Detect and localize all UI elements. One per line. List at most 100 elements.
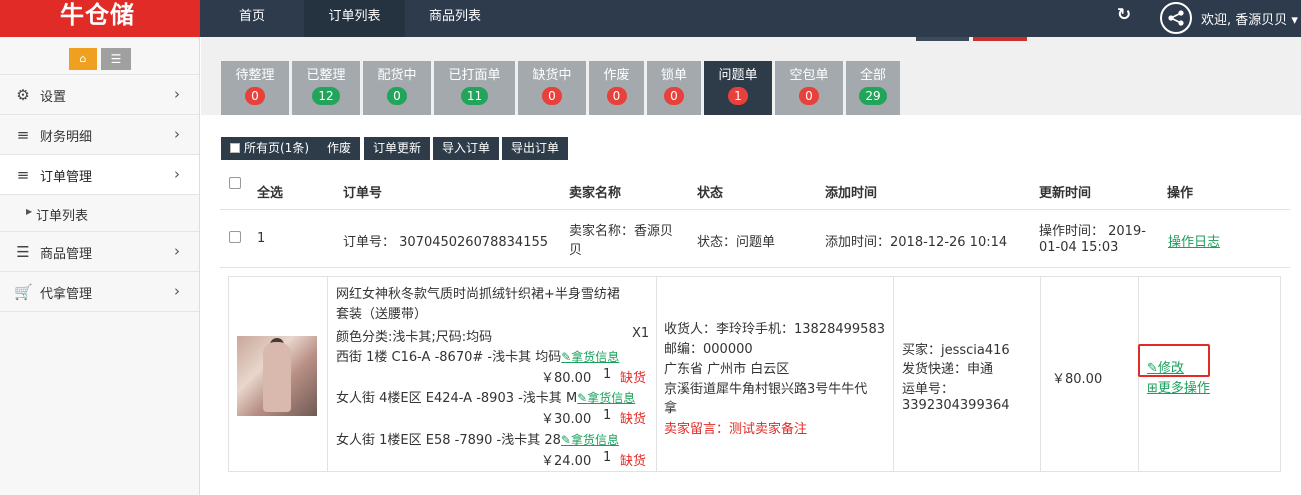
sidebar-item-proxy[interactable]: 🛒 代拿管理 ›: [0, 272, 199, 312]
chevron-right-icon: ›: [174, 242, 180, 260]
header-select-all: 全选: [257, 186, 284, 201]
source-location: 女人街 1楼E区 E58 -7890 -浅卡其 28✎拿货信息: [336, 429, 619, 448]
tab-label: 缺货中: [532, 68, 572, 83]
sidebar-item-orders[interactable]: ≡ 订单管理 ›: [0, 155, 199, 195]
tab-label: 空包单: [789, 68, 829, 83]
nav-order-list[interactable]: 订单列表: [304, 0, 405, 37]
export-orders-button[interactable]: 导出订单: [502, 137, 569, 160]
count-badge: 12: [312, 87, 340, 105]
product-title-line1: 网红女神秋冬款气质时尚抓绒针织裙+半身雪纺裙: [336, 287, 620, 302]
waybill-number: 3392304399364: [902, 398, 1010, 413]
tab-shortage[interactable]: 缺货中 0: [518, 61, 586, 115]
sidebar-item-settings[interactable]: ⚙ 设置 ›: [0, 75, 199, 115]
cart-icon: 🛒: [14, 283, 33, 301]
tab-label: 作废: [603, 68, 630, 83]
sidebar-item-goods[interactable]: ☰ 商品管理 ›: [0, 232, 199, 272]
tab-label: 配货中: [377, 68, 417, 83]
source-price: ￥24.00: [541, 454, 592, 469]
all-pages-button[interactable]: 所有页(1条): [221, 137, 318, 160]
updated-time-line2: 01-04 15:03: [1039, 240, 1119, 255]
nav-home[interactable]: 首页: [200, 0, 304, 37]
tab-all[interactable]: 全部 29: [846, 61, 900, 115]
count-badge: 29: [859, 87, 887, 105]
operation-log-link[interactable]: 操作日志: [1168, 231, 1220, 250]
refresh-icon[interactable]: ↻: [1115, 6, 1133, 24]
caret-right-icon: ▶: [26, 207, 33, 216]
buyer-name: 买家：jesscia416: [902, 343, 1010, 358]
home-icon[interactable]: ⌂: [69, 48, 97, 70]
pickup-info-link[interactable]: ✎拿货信息: [577, 391, 635, 405]
order-detail: 网红女神秋冬款气质时尚抓绒针织裙+半身雪纺裙 套装（送腰带） 颜色分类:浅卡其;…: [228, 276, 1281, 472]
user-share-icon[interactable]: [1160, 2, 1192, 34]
welcome-text[interactable]: 欢迎, 香源贝贝 ▾: [1201, 9, 1298, 28]
logo: 牛仓储: [0, 0, 200, 37]
count-badge: 11: [460, 87, 489, 105]
source-location: 女人街 4楼E区 E424-A -8903 -浅卡其 M✎拿货信息: [336, 387, 635, 406]
address-line1: 广东省 广州市 白云区: [664, 362, 790, 377]
tab-empty-package[interactable]: 空包单 0: [775, 61, 843, 115]
source-location: 西街 1楼 C16-A -8670# -浅卡其 均码✎拿货信息: [336, 346, 619, 365]
divider: [656, 277, 657, 471]
product-qty: X1: [632, 326, 650, 341]
all-pages-checkbox[interactable]: [230, 143, 240, 153]
sidebar-item-label: 商品管理: [40, 247, 93, 262]
divider: [327, 277, 328, 471]
address-line2: 京溪街道犀牛角村银兴路3号牛牛代: [664, 382, 868, 397]
chevron-right-icon: ›: [174, 85, 180, 103]
nav-goods-list[interactable]: 商品列表: [405, 0, 505, 37]
pickup-info-link[interactable]: ✎拿货信息: [561, 350, 619, 364]
shortage-status: 缺货: [620, 412, 647, 427]
product-thumbnail[interactable]: [237, 336, 317, 416]
postcode: 邮编：000000: [664, 342, 753, 357]
tab-void[interactable]: 作废 0: [589, 61, 644, 115]
count-badge: 0: [606, 87, 627, 105]
sidebar: ⌂ ☰ ⚙ 设置 › ≡ 财务明细 › ≡ 订单管理 › ▶ 订单列表 ☰ 商品…: [0, 37, 200, 495]
chevron-right-icon: ›: [174, 282, 180, 300]
seller-name-line1: 卖家名称：香源贝: [569, 224, 674, 239]
tab-label: 全部: [859, 68, 886, 83]
table-row: 1 订单号： 307045026078834155 卖家名称：香源贝 贝 状态：…: [220, 210, 1290, 268]
void-button[interactable]: 作废: [318, 137, 361, 160]
order-number: 订单号： 307045026078834155: [343, 235, 549, 250]
divider: [893, 277, 894, 471]
tab-sorted[interactable]: 已整理 12: [292, 61, 360, 115]
sidebar-toolbar: ⌂ ☰: [0, 37, 199, 75]
strip-accent-dark: [916, 37, 969, 41]
row-checkbox[interactable]: [229, 231, 241, 243]
shortage-status: 缺货: [620, 454, 647, 469]
sidebar-item-label: 订单管理: [40, 170, 93, 185]
update-orders-button[interactable]: 订单更新: [364, 137, 431, 160]
header-updated-time: 更新时间: [1039, 186, 1092, 201]
tab-problem[interactable]: 问题单 1: [704, 61, 772, 115]
import-orders-button[interactable]: 导入订单: [433, 137, 500, 160]
count-badge: 0: [542, 87, 562, 105]
divider: [1040, 277, 1041, 471]
tab-allocating[interactable]: 配货中 0: [363, 61, 431, 115]
tab-pending[interactable]: 待整理 0: [221, 61, 289, 115]
pickup-info-label: 拿货信息: [571, 350, 620, 364]
tab-label: 锁单: [660, 68, 687, 83]
plus-square-icon: ⊞: [1147, 381, 1158, 396]
seller-note: 卖家留言：测试卖家备注: [664, 422, 808, 437]
product-title: 网红女神秋冬款气质时尚抓绒针织裙+半身雪纺裙 套装（送腰带）: [336, 285, 648, 325]
bars-icon: ≡: [16, 126, 30, 144]
sidebar-subitem-label: 订单列表: [36, 209, 89, 224]
pickup-info-label: 拿货信息: [570, 433, 619, 447]
source-location-text: 女人街 4楼E区 E424-A -8903 -浅卡其 M: [336, 391, 578, 406]
pickup-info-link[interactable]: ✎拿货信息: [561, 433, 619, 447]
tab-locked[interactable]: 锁单 0: [647, 61, 701, 115]
chevron-right-icon: ›: [174, 165, 180, 183]
header-operations: 操作: [1167, 186, 1194, 201]
tab-printed[interactable]: 已打面单 11: [434, 61, 515, 115]
source-location-text: 女人街 1楼E区 E58 -7890 -浅卡其 28: [336, 433, 561, 448]
more-actions-link[interactable]: ⊞更多操作: [1147, 377, 1210, 396]
sidebar-item-finance[interactable]: ≡ 财务明细 ›: [0, 115, 199, 155]
list-toggle-icon[interactable]: ☰: [101, 48, 131, 70]
sidebar-subitem-order-list[interactable]: ▶ 订单列表: [0, 195, 199, 232]
modify-highlight-box: [1138, 344, 1210, 377]
address-line3: 拿: [664, 401, 678, 416]
tab-label: 已打面单: [448, 68, 501, 83]
added-time: 添加时间：2018-12-26 10:14: [825, 235, 1008, 250]
select-all-checkbox[interactable]: [229, 177, 241, 189]
source-price: ￥30.00: [541, 412, 592, 427]
